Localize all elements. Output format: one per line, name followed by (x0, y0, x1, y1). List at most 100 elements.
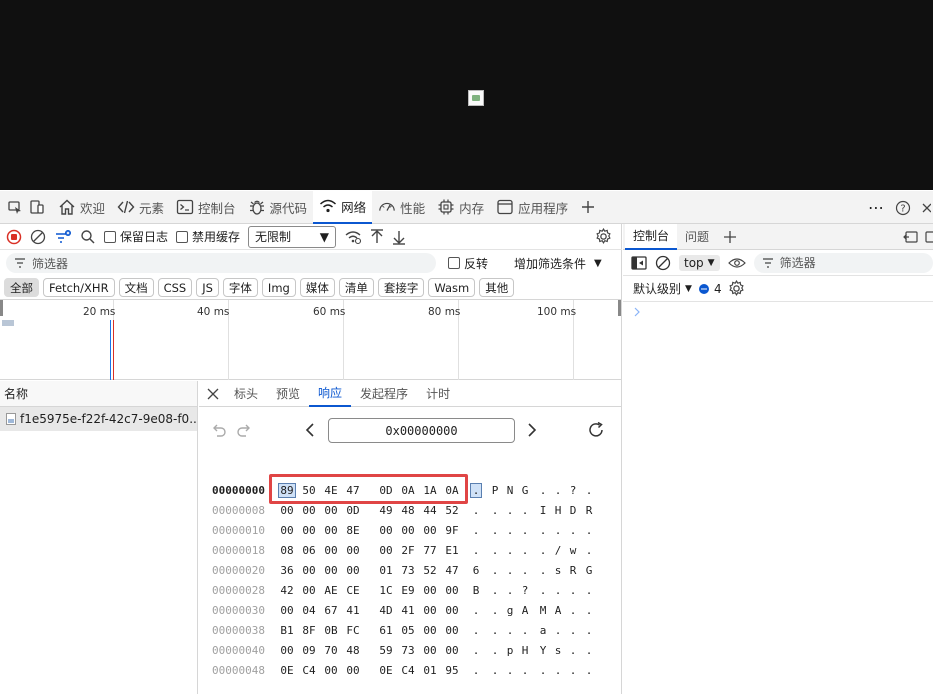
name-column-header[interactable]: 名称 (0, 381, 197, 407)
hex-byte[interactable]: 49 (377, 504, 395, 517)
hex-byte[interactable]: 95 (443, 664, 461, 677)
detail-tab[interactable]: 发起程序 (351, 381, 417, 407)
type-filter-chip[interactable]: Fetch/XHR (43, 278, 115, 297)
hex-ascii-char[interactable]: . (567, 664, 579, 677)
hex-byte[interactable]: 59 (377, 644, 395, 657)
hex-ascii-char[interactable]: . (552, 664, 564, 677)
hex-ascii-char[interactable]: . (519, 664, 531, 677)
hex-ascii-char[interactable]: . (583, 644, 595, 657)
type-filter-chip[interactable]: 文档 (118, 278, 154, 297)
hex-ascii-char[interactable]: A (519, 604, 531, 617)
tab-bug[interactable]: 源代码 (242, 191, 314, 224)
undo-icon[interactable] (211, 422, 227, 438)
hex-byte[interactable]: 00 (300, 564, 318, 577)
hex-ascii-char[interactable]: . (583, 604, 595, 617)
hex-byte[interactable]: 00 (322, 504, 340, 517)
hex-byte[interactable]: 2F (399, 544, 417, 557)
hex-byte[interactable]: 00 (421, 624, 439, 637)
hex-ascii-char[interactable]: . (470, 482, 482, 498)
hex-ascii-char[interactable]: . (489, 624, 501, 637)
hex-byte[interactable]: 00 (443, 584, 461, 597)
hex-ascii-char[interactable]: . (519, 544, 531, 557)
tab-console[interactable]: 控制台 (625, 223, 678, 250)
hex-ascii-char[interactable]: G (519, 484, 531, 497)
disable-cache-box[interactable] (176, 230, 189, 243)
hex-ascii-char[interactable]: . (537, 524, 549, 537)
hex-byte[interactable]: 77 (421, 544, 439, 557)
hex-ascii-char[interactable]: . (519, 564, 531, 577)
hex-byte[interactable]: 00 (421, 584, 439, 597)
hex-byte[interactable]: 00 (421, 524, 439, 537)
type-filter-chip[interactable]: Img (261, 278, 296, 297)
hex-ascii-char[interactable]: . (489, 564, 501, 577)
hex-ascii-char[interactable]: . (583, 624, 595, 637)
hex-ascii-char[interactable]: B (470, 584, 482, 597)
hex-byte[interactable]: B1 (278, 624, 296, 637)
search-icon[interactable] (80, 229, 96, 245)
type-filter-chip[interactable]: 字体 (222, 278, 258, 297)
hex-byte[interactable]: 00 (377, 524, 395, 537)
more-options-icon[interactable]: ⋯ (868, 198, 885, 217)
hex-byte[interactable]: 00 (421, 604, 439, 617)
hex-byte[interactable]: 00 (377, 544, 395, 557)
hex-ascii-char[interactable]: . (504, 544, 516, 557)
hex-byte[interactable]: FC (344, 624, 362, 637)
hex-ascii-char[interactable]: . (489, 524, 501, 537)
hex-byte[interactable]: 73 (399, 564, 417, 577)
hex-ascii-char[interactable]: s (552, 644, 564, 657)
hex-byte[interactable]: 08 (278, 544, 296, 557)
hex-ascii-char[interactable]: H (552, 504, 564, 517)
type-filter-chip[interactable]: JS (196, 278, 219, 297)
tab-home[interactable]: 欢迎 (52, 191, 111, 224)
hex-byte[interactable]: E1 (443, 544, 461, 557)
hex-byte[interactable]: 00 (322, 564, 340, 577)
type-filter-chip[interactable]: 其他 (479, 278, 515, 297)
hex-byte[interactable]: 4D (377, 604, 395, 617)
export-har-icon[interactable] (392, 229, 406, 245)
timeline-left-handle[interactable] (0, 300, 3, 316)
hex-ascii-char[interactable]: . (489, 504, 501, 517)
hex-byte[interactable]: 00 (322, 524, 340, 537)
record-button[interactable] (6, 229, 22, 245)
tab-console[interactable]: 控制台 (170, 191, 242, 224)
hex-ascii-char[interactable]: R (583, 504, 595, 517)
close-drawer-icon[interactable] (925, 230, 933, 244)
hex-ascii-char[interactable]: . (552, 584, 564, 597)
hex-byte[interactable]: 00 (399, 524, 417, 537)
hex-ascii-char[interactable]: . (489, 644, 501, 657)
hex-ascii-char[interactable]: M (537, 604, 549, 617)
preserve-log-box[interactable] (104, 230, 116, 243)
redo-icon[interactable] (236, 422, 252, 438)
hex-byte[interactable]: C4 (300, 664, 318, 677)
hex-ascii-char[interactable]: D (567, 504, 579, 517)
console-prompt[interactable] (623, 302, 933, 322)
hex-ascii-char[interactable]: g (504, 604, 516, 617)
hex-byte[interactable]: AE (322, 584, 340, 597)
hex-ascii-char[interactable]: ? (567, 484, 579, 497)
hex-byte[interactable]: 0D (344, 504, 362, 517)
hex-ascii-char[interactable]: . (489, 544, 501, 557)
hex-ascii-char[interactable]: . (489, 664, 501, 677)
hex-byte[interactable]: 1C (377, 584, 395, 597)
hex-ascii-char[interactable]: . (537, 664, 549, 677)
throttle-select[interactable]: 无限制 ▼ (248, 225, 337, 248)
hex-byte[interactable]: 00 (278, 524, 296, 537)
tab-chip[interactable]: 内存 (431, 191, 490, 224)
hex-byte[interactable]: 00 (300, 584, 318, 597)
hex-byte[interactable]: 41 (399, 604, 417, 617)
hex-ascii-char[interactable]: . (470, 644, 482, 657)
timeline-right-handle[interactable] (618, 300, 621, 316)
tab-code-tags[interactable]: 元素 (111, 191, 170, 224)
hex-ascii-char[interactable]: . (552, 484, 564, 497)
hex-ascii-char[interactable]: . (504, 584, 516, 597)
hex-byte[interactable]: 09 (300, 644, 318, 657)
tab-issues[interactable]: 问题 (677, 224, 717, 250)
detail-tab[interactable]: 计时 (417, 381, 459, 407)
tab-wifi[interactable]: 网络 (313, 190, 373, 224)
hex-byte[interactable]: 47 (443, 564, 461, 577)
message-count-badge[interactable]: 4 (698, 282, 722, 296)
dock-drawer-icon[interactable] (903, 230, 919, 244)
hex-ascii-char[interactable]: . (537, 584, 549, 597)
detail-tab[interactable]: 预览 (267, 381, 309, 407)
hex-ascii-char[interactable]: Y (537, 644, 549, 657)
